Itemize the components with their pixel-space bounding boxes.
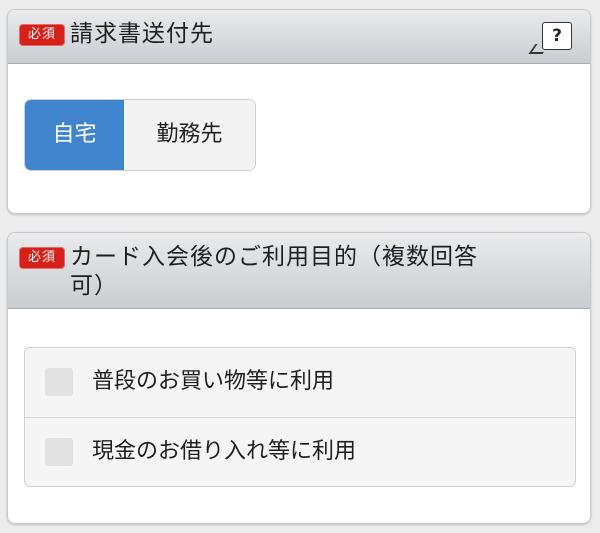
checkbox-label-cash-advance: 現金のお借り入れ等に利用 [92, 439, 357, 464]
usage-purpose-header: 必須 カード入会後のご利用目的（複数回答可） [8, 233, 590, 309]
checkbox[interactable] [45, 438, 73, 466]
billing-address-panel: 必須 請求書送付先 ? 自宅 勤務先 [7, 9, 591, 214]
checkbox-label-shopping: 普段のお買い物等に利用 [92, 369, 335, 394]
usage-purpose-panel: 必須 カード入会後のご利用目的（複数回答可） 普段のお買い物等に利用 現金のお借… [7, 232, 591, 524]
billing-address-header: 必須 請求書送付先 ? [8, 10, 590, 64]
checkbox[interactable] [45, 368, 73, 396]
usage-purpose-title: カード入会後のご利用目的（複数回答可） [70, 244, 478, 299]
checkbox-item-shopping[interactable]: 普段のお買い物等に利用 [25, 348, 575, 417]
billing-address-toggle: 自宅 勤務先 [24, 99, 256, 171]
required-badge: 必須 [19, 247, 65, 269]
billing-address-title: 請求書送付先 [70, 21, 214, 47]
option-home-button[interactable]: 自宅 [25, 100, 124, 170]
required-badge: 必須 [19, 24, 65, 46]
option-workplace-button[interactable]: 勤務先 [124, 100, 255, 170]
checkbox-item-cash-advance[interactable]: 現金のお借り入れ等に利用 [25, 417, 575, 486]
usage-purpose-checklist: 普段のお買い物等に利用 現金のお借り入れ等に利用 [24, 347, 576, 487]
help-button[interactable]: ? [542, 22, 572, 50]
